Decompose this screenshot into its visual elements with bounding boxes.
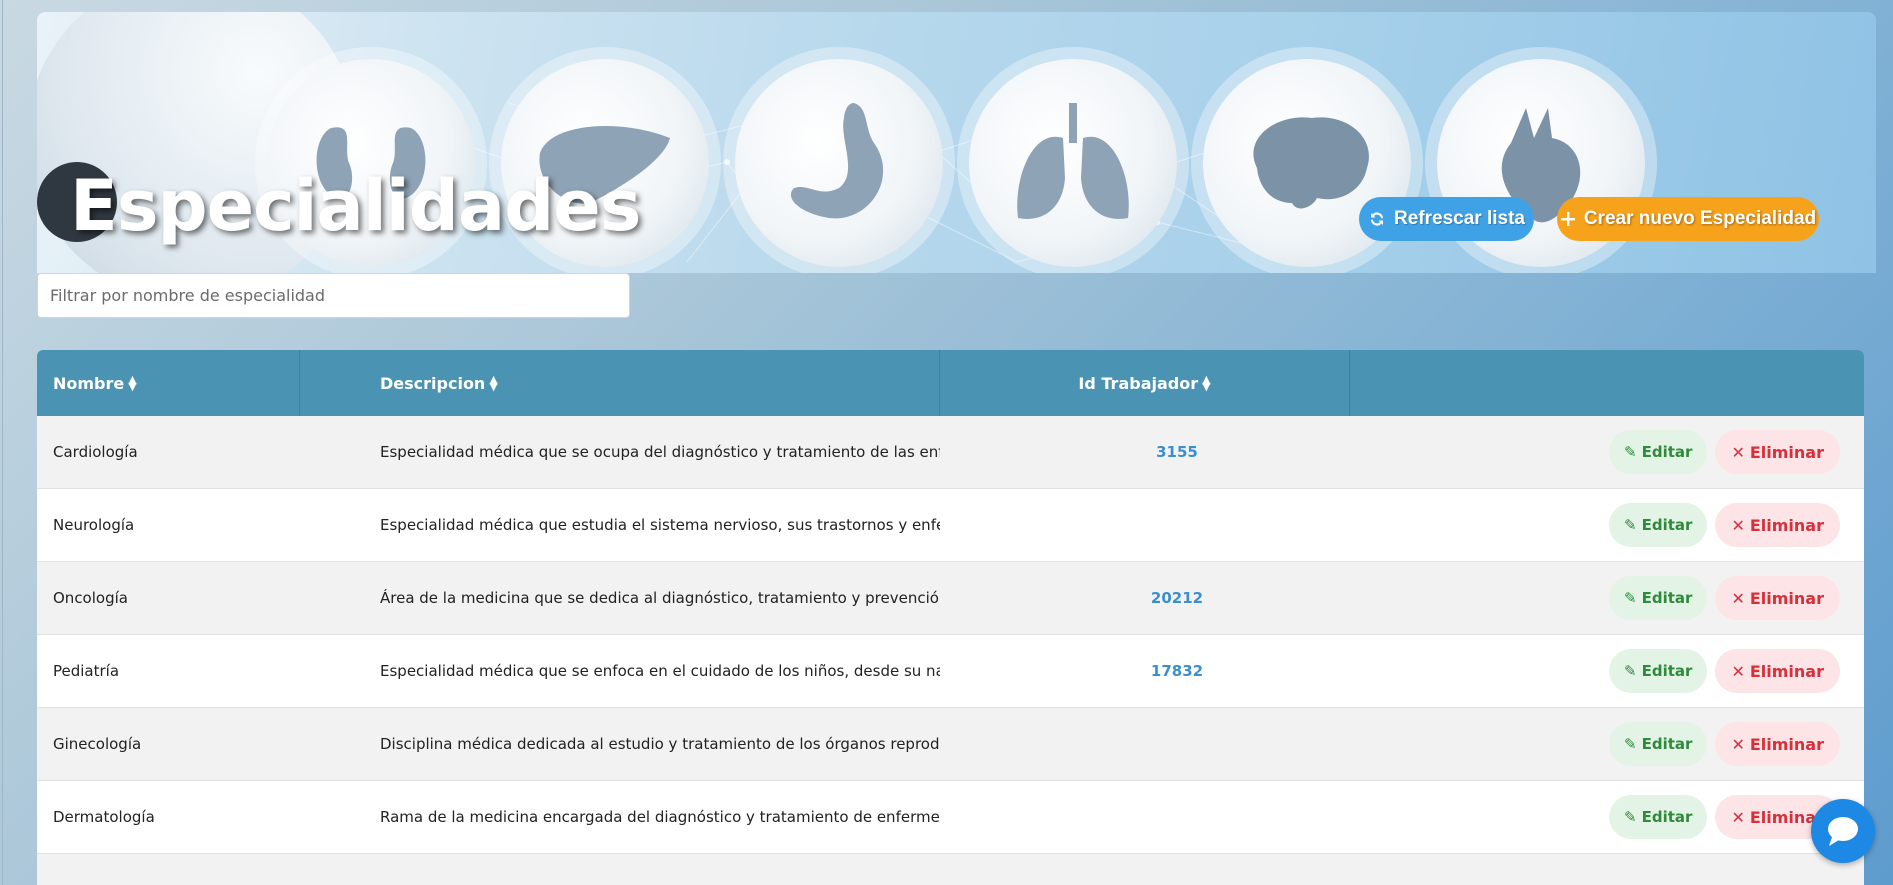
specialty-description: Especialidad médica que estudia el siste…	[380, 516, 940, 534]
edit-label: Editar	[1641, 735, 1693, 753]
create-specialty-button[interactable]: Crear nuevo Especialidad	[1557, 197, 1819, 241]
edit-button[interactable]: ✎ Editar	[1609, 722, 1708, 766]
sort-icon: ▲ ▼	[489, 373, 498, 393]
delete-label: Eliminar	[1749, 442, 1824, 462]
edit-label: Editar	[1641, 808, 1693, 826]
lungs-image	[969, 59, 1177, 267]
edit-button[interactable]: ✎ Editar	[1609, 430, 1708, 474]
delete-button[interactable]: ✕ Eliminar	[1715, 430, 1840, 474]
close-icon: ✕	[1731, 515, 1745, 535]
edit-button[interactable]: ✎ Editar	[1609, 795, 1708, 839]
delete-button[interactable]: ✕ Eliminar	[1715, 649, 1840, 693]
specialty-description: Área de la medicina que se dedica al dia…	[380, 589, 940, 607]
column-header-descripcion[interactable]: Descripcion ▲ ▼	[300, 350, 940, 416]
row-actions: ✎ Editar ✕ Eliminar	[1609, 795, 1840, 839]
edit-button[interactable]: ✎ Editar	[1609, 649, 1708, 693]
specialties-table: Nombre ▲ ▼ Descripcion ▲ ▼ Id Trabajador ▲…	[37, 350, 1864, 885]
page: Especialidades Refrescar lista Crear nue…	[2, 0, 1893, 885]
edit-label: Editar	[1641, 516, 1693, 534]
delete-button[interactable]: ✕ Eliminar	[1715, 722, 1840, 766]
table-row: Oncología Área de la medicina que se ded…	[37, 562, 1864, 635]
refresh-list-button[interactable]: Refrescar lista	[1359, 197, 1534, 241]
row-actions: ✎ Editar ✕ Eliminar	[1609, 430, 1840, 474]
page-title: Especialidades	[70, 165, 641, 247]
row-actions: ✎ Editar ✕ Eliminar	[1609, 576, 1840, 620]
specialty-description: Especialidad médica que se ocupa del dia…	[380, 443, 940, 461]
edit-label: Editar	[1641, 589, 1693, 607]
close-icon: ✕	[1731, 588, 1745, 608]
row-actions: ✎ Editar ✕ Eliminar	[1609, 722, 1840, 766]
column-header-label: Nombre	[53, 373, 125, 393]
chat-button[interactable]	[1811, 799, 1875, 863]
specialty-name: Pediatría	[53, 662, 120, 680]
table-row: Pediatría Especialidad médica que se enf…	[37, 635, 1864, 708]
specialty-description: Especialidad médica que se enfoca en el …	[380, 662, 940, 680]
chat-bubble-icon	[1828, 817, 1858, 846]
column-header-label: Descripcion	[380, 373, 486, 393]
sort-icon: ▲ ▼	[1202, 373, 1211, 393]
worker-id-link[interactable]: 3155	[1127, 443, 1227, 461]
pencil-icon: ✎	[1624, 589, 1637, 607]
column-header-id-trabajador[interactable]: Id Trabajador ▲ ▼	[940, 350, 1350, 416]
pencil-icon: ✎	[1624, 516, 1637, 534]
edit-button[interactable]: ✎ Editar	[1609, 576, 1708, 620]
column-header-actions	[1350, 350, 1864, 416]
specialty-description: Disciplina médica dedicada al estudio y …	[380, 735, 940, 753]
stomach-image	[735, 59, 943, 267]
close-icon: ✕	[1731, 442, 1745, 462]
create-specialty-label: Crear nuevo Especialidad	[1583, 208, 1817, 229]
pencil-icon: ✎	[1624, 662, 1637, 680]
pencil-icon: ✎	[1624, 808, 1637, 826]
column-header-label: Id Trabajador	[1078, 373, 1199, 393]
table-row-partial	[37, 854, 1864, 885]
close-icon: ✕	[1731, 807, 1745, 827]
refresh-list-label: Refrescar lista	[1394, 208, 1525, 229]
specialty-name: Dermatología	[53, 808, 155, 826]
specialty-name: Neurología	[53, 516, 135, 534]
table-header: Nombre ▲ ▼ Descripcion ▲ ▼ Id Trabajador ▲…	[37, 350, 1864, 416]
pencil-icon: ✎	[1624, 735, 1637, 753]
worker-id-link[interactable]: 17832	[1127, 662, 1227, 680]
worker-id-link[interactable]: 20212	[1127, 589, 1227, 607]
table-row: Dermatología Rama de la medicina encarga…	[37, 781, 1864, 854]
edit-label: Editar	[1641, 443, 1693, 461]
sort-icon: ▲ ▼	[128, 373, 137, 393]
delete-button[interactable]: ✕ Eliminar	[1715, 503, 1840, 547]
column-header-nombre[interactable]: Nombre ▲ ▼	[37, 350, 300, 416]
edit-button[interactable]: ✎ Editar	[1609, 503, 1708, 547]
row-actions: ✎ Editar ✕ Eliminar	[1609, 503, 1840, 547]
specialty-name: Ginecología	[53, 735, 142, 753]
close-icon: ✕	[1731, 661, 1745, 681]
table-row: Ginecología Disciplina médica dedicada a…	[37, 708, 1864, 781]
delete-label: Eliminar	[1749, 661, 1824, 681]
close-icon: ✕	[1731, 734, 1745, 754]
specialty-name: Oncología	[53, 589, 128, 607]
edit-label: Editar	[1641, 662, 1693, 680]
row-actions: ✎ Editar ✕ Eliminar	[1609, 649, 1840, 693]
plus-icon	[1560, 212, 1575, 226]
table-row: Cardiología Especialidad médica que se o…	[37, 416, 1864, 489]
specialty-description: Rama de la medicina encargada del diagnó…	[380, 808, 940, 826]
pencil-icon: ✎	[1624, 443, 1637, 461]
specialty-name: Cardiología	[53, 443, 138, 461]
delete-button[interactable]: ✕ Eliminar	[1715, 576, 1840, 620]
filter-input[interactable]	[37, 273, 630, 318]
table-row: Neurología Especialidad médica que estud…	[37, 489, 1864, 562]
delete-label: Eliminar	[1749, 734, 1824, 754]
delete-label: Eliminar	[1749, 515, 1824, 535]
delete-label: Eliminar	[1749, 588, 1824, 608]
refresh-icon	[1371, 212, 1384, 226]
